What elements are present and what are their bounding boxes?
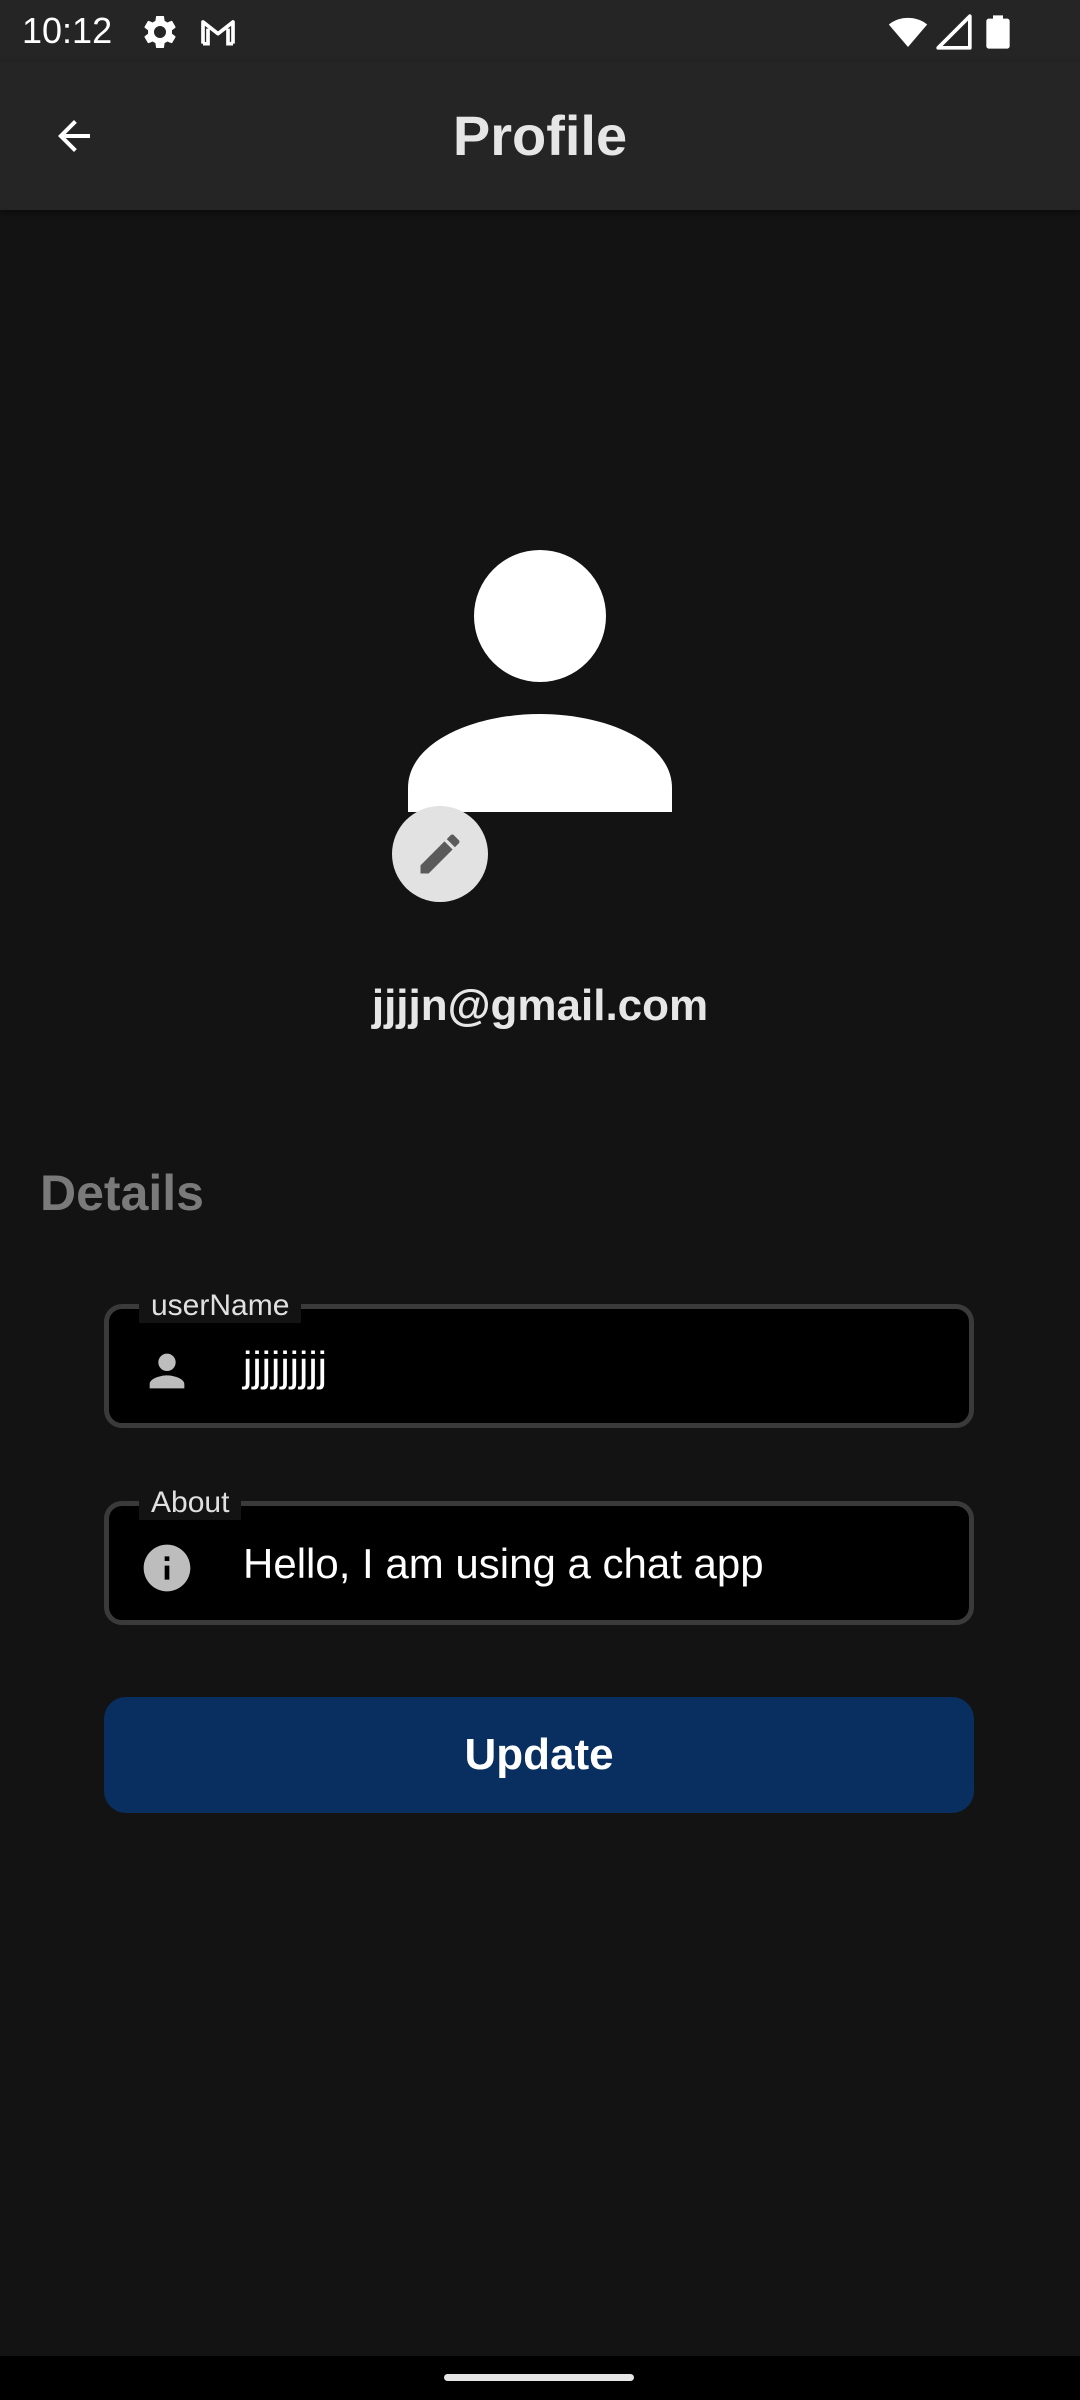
home-indicator[interactable] [444, 2374, 634, 2381]
gmail-icon [201, 20, 235, 46]
wifi-icon [888, 17, 928, 47]
edit-avatar-button[interactable] [392, 806, 488, 902]
status-time: 10:12 [22, 10, 113, 51]
update-button[interactable]: Update [104, 1697, 974, 1813]
person-icon [149, 1353, 185, 1389]
field-person-wrapper [139, 1343, 195, 1399]
gear-icon [144, 15, 176, 48]
navigation-bar [0, 2356, 1080, 2400]
about-field[interactable]: About Hello, I am using a chat app [104, 1486, 974, 1625]
profile-screen: 10:12 Profile jjjjn@gmail.com Details us… [0, 0, 1080, 2400]
pencil-icon [420, 834, 460, 874]
user-email: jjjjn@gmail.com [371, 981, 709, 1030]
username-label: userName [139, 1289, 302, 1323]
signal-icon [936, 14, 972, 50]
about-label: About [139, 1486, 242, 1520]
details-heading: Details [40, 1165, 204, 1221]
field-info-wrapper [139, 1540, 195, 1596]
battery-icon [986, 15, 1010, 49]
page-title: Profile [452, 104, 628, 167]
about-input[interactable]: Hello, I am using a chat app [243, 1538, 764, 1590]
status-bar: 10:12 [0, 0, 1080, 62]
username-field[interactable]: userName jjjjjjjjj [104, 1289, 974, 1428]
username-input[interactable]: jjjjjjjjj [243, 1341, 327, 1393]
person-icon[interactable] [404, 540, 676, 820]
app-bar: Profile [0, 62, 1080, 210]
info-icon [143, 1544, 191, 1592]
